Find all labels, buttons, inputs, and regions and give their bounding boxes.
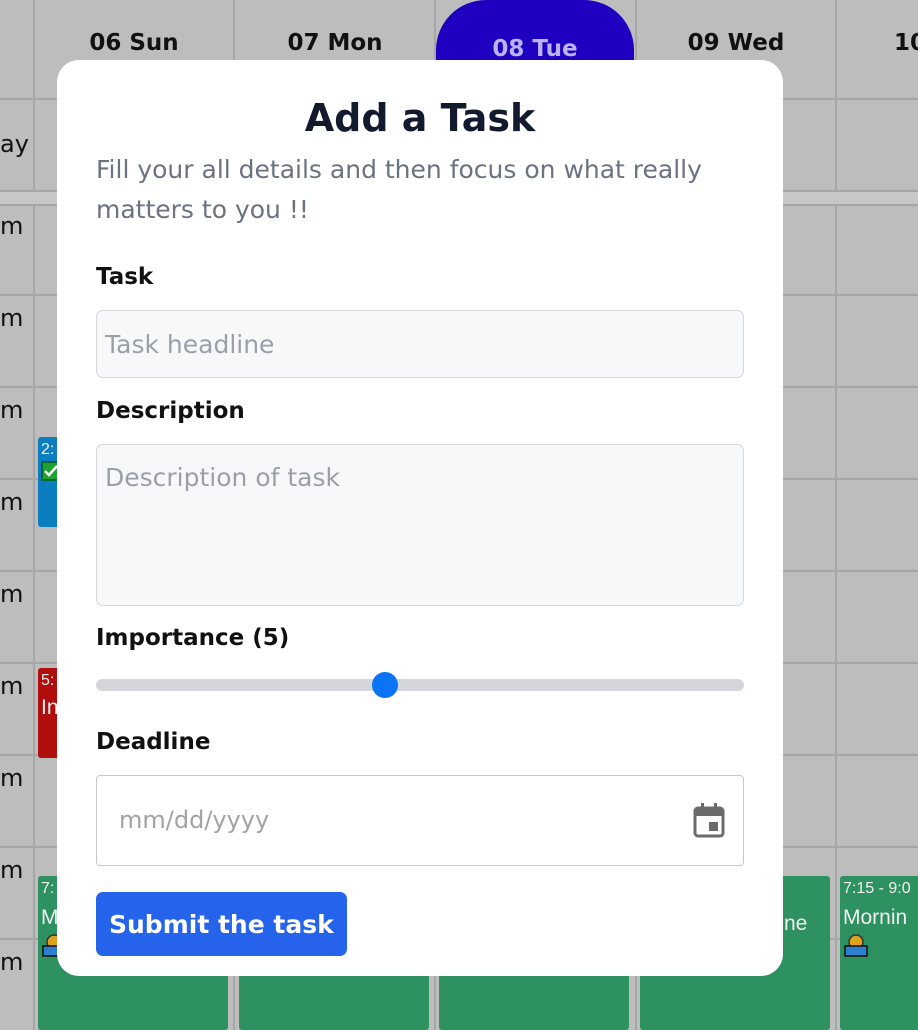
grid-line xyxy=(835,0,837,1030)
submit-task-button[interactable]: Submit the task xyxy=(96,892,347,956)
add-task-modal: Add a Task Fill your all details and the… xyxy=(57,60,783,976)
description-textarea[interactable] xyxy=(96,444,744,606)
hour-label: m xyxy=(0,304,24,332)
sunrise-icon xyxy=(840,930,918,965)
date-placeholder: mm/dd/yyyy xyxy=(119,806,270,834)
importance-label: Importance (5) xyxy=(96,625,290,651)
slider-thumb[interactable] xyxy=(372,672,399,698)
calendar-icon[interactable] xyxy=(693,802,725,838)
event-time: 7:15 - 9:0 xyxy=(843,880,911,897)
hour-label: m xyxy=(0,396,24,424)
hour-label: m xyxy=(0,212,24,240)
day-header-thu[interactable]: 10 xyxy=(837,30,918,56)
hour-label: m xyxy=(0,488,24,516)
task-headline-input[interactable] xyxy=(96,310,744,378)
description-label: Description xyxy=(96,398,245,424)
grid-line xyxy=(33,0,35,1030)
all-day-label: ay xyxy=(0,130,29,158)
calendar-event[interactable]: 7:15 - 9:0 Mornin xyxy=(840,876,918,1030)
hour-label: m xyxy=(0,764,24,792)
hour-label: m xyxy=(0,672,24,700)
slider-track[interactable] xyxy=(96,679,744,691)
hour-label: m xyxy=(0,856,24,884)
deadline-label: Deadline xyxy=(96,729,211,755)
importance-slider[interactable] xyxy=(96,672,744,698)
day-header-wed[interactable]: 09 Wed xyxy=(636,30,836,56)
hour-label: m xyxy=(0,580,24,608)
task-label: Task xyxy=(96,264,154,290)
modal-title: Add a Task xyxy=(304,96,536,140)
deadline-date-input[interactable]: mm/dd/yyyy xyxy=(96,775,744,866)
day-header-mon[interactable]: 07 Mon xyxy=(235,30,435,56)
modal-subtitle: Fill your all details and then focus on … xyxy=(96,155,702,224)
day-header-sun[interactable]: 06 Sun xyxy=(34,30,234,56)
event-title: Mornin xyxy=(843,906,908,929)
hour-label: m xyxy=(0,948,24,976)
